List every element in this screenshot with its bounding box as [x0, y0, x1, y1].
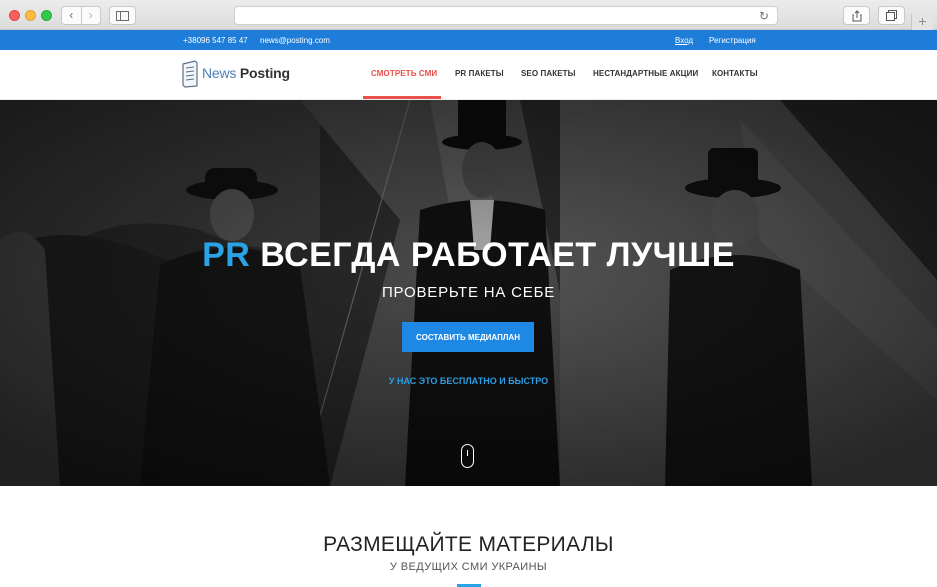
create-mediaplan-button[interactable]: СОСТАВИТЬ МЕДИАПЛАН	[402, 322, 534, 352]
active-menu-indicator	[363, 96, 441, 99]
email-link[interactable]: news@posting.com	[260, 36, 330, 45]
sidebar-toggle-button[interactable]	[109, 6, 136, 25]
reload-icon[interactable]: ↻	[759, 9, 769, 23]
back-button[interactable]: ‹	[62, 7, 82, 24]
hero-note: У НАС ЭТО БЕСПЛАТНО И БЫСТРО	[388, 376, 549, 386]
minimize-window-button[interactable]	[25, 10, 36, 21]
share-button[interactable]	[843, 6, 870, 25]
tabs-icon	[886, 10, 897, 21]
menu-item-pr-packages[interactable]: PR ПАКЕТЫ	[455, 69, 504, 78]
register-link[interactable]: Регистрация	[709, 36, 756, 45]
hero-title-accent: PR	[202, 236, 251, 274]
hero-subtitle: ПРОВЕРЬТЕ НА СЕБЕ	[381, 284, 556, 301]
share-icon	[852, 9, 861, 21]
logo-word-posting: Posting	[239, 65, 290, 81]
show-tabs-button[interactable]	[878, 6, 905, 25]
sidebar-icon	[116, 10, 129, 21]
hero-title-text: ВСЕГДА РАБОТАЕТ ЛУЧШЕ	[260, 236, 735, 274]
login-link[interactable]: Вход	[675, 36, 693, 45]
section-subtitle: У ВЕДУЩИХ СМИ УКРАИНЫ	[389, 561, 548, 573]
site-logo[interactable]	[181, 60, 199, 88]
logo-text[interactable]: News Posting	[202, 65, 290, 81]
close-window-button[interactable]	[9, 10, 20, 21]
newspaper-icon	[182, 60, 198, 88]
new-tab-button[interactable]: +	[911, 14, 933, 30]
forward-button[interactable]: ›	[82, 7, 101, 24]
browser-toolbar: ‹ › ↻ +	[0, 0, 937, 30]
history-nav: ‹ ›	[61, 6, 101, 25]
scroll-down-icon[interactable]	[461, 444, 474, 468]
hero-title: PR ВСЕГДА РАБОТАЕТ ЛУЧШЕ	[0, 236, 937, 275]
zoom-window-button[interactable]	[41, 10, 52, 21]
address-bar[interactable]: ↻	[234, 6, 778, 25]
logo-word-news: News	[202, 65, 237, 81]
menu-item-view-media[interactable]: СМОТРЕТЬ СМИ	[371, 69, 437, 78]
menu-item-contacts[interactable]: КОНТАКТЫ	[712, 69, 758, 78]
phone-number[interactable]: +38096 547 85 47	[183, 36, 248, 45]
section-title: РАЗМЕЩАЙТЕ МАТЕРИАЛЫ	[323, 533, 614, 556]
menu-item-special-offers[interactable]: НЕСТАНДАРТНЫЕ АКЦИИ	[593, 69, 698, 78]
menu-item-seo-packages[interactable]: SEO ПАКЕТЫ	[521, 69, 576, 78]
contact-bar: +38096 547 85 47 news@posting.com Вход Р…	[0, 30, 937, 50]
